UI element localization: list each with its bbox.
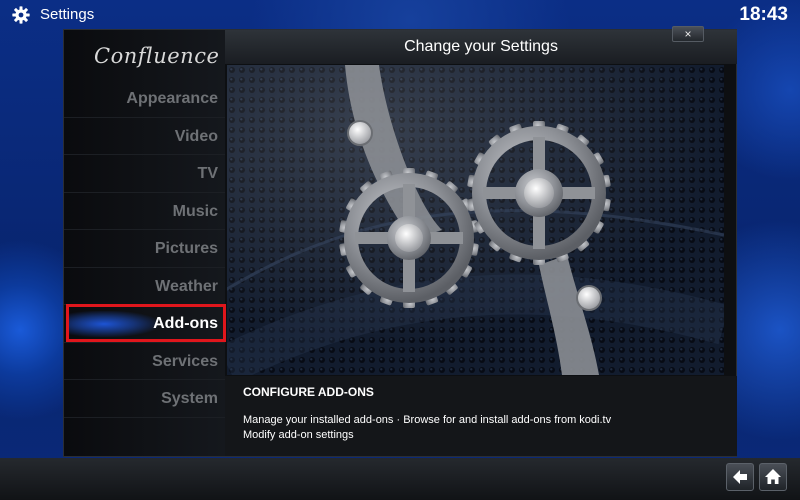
sidebar-item-label: Music (172, 202, 218, 220)
sidebar-item-label: Weather (155, 277, 218, 295)
sidebar-item-appearance[interactable]: Appearance (64, 80, 225, 118)
back-button[interactable] (726, 463, 754, 491)
sidebar-item-system[interactable]: System (64, 380, 225, 418)
sidebar-item-services[interactable]: Services (64, 343, 225, 380)
panel-header: Change your Settings (225, 30, 737, 64)
sidebar-item-label: Appearance (126, 90, 218, 107)
sidebar: Confluence Appearance Video TV Music Pic… (64, 30, 225, 456)
sidebar-item-video[interactable]: Video (64, 118, 225, 155)
settings-menu: Appearance Video TV Music Pictures Weath… (64, 80, 225, 418)
sidebar-item-label: Video (174, 127, 218, 145)
sidebar-item-weather[interactable]: Weather (64, 268, 225, 305)
home-button[interactable] (759, 463, 787, 491)
sidebar-item-music[interactable]: Music (64, 193, 225, 230)
close-button[interactable]: × (672, 26, 704, 42)
info-description-line2: Modify add-on settings (243, 429, 354, 441)
gear-icon (12, 6, 30, 24)
back-arrow-icon (733, 470, 747, 484)
sidebar-item-tv[interactable]: TV (64, 155, 225, 193)
sidebar-item-label: TV (197, 165, 218, 182)
bottom-bar (0, 458, 800, 500)
window-title: Settings (40, 6, 95, 23)
clock: 18:43 (739, 4, 788, 25)
gears-image (227, 65, 724, 375)
info-title: CONFIGURE ADD-ONS (243, 385, 374, 399)
gears-artwork (227, 65, 724, 375)
sidebar-item-label: Services (152, 352, 218, 370)
settings-panel: Confluence Appearance Video TV Music Pic… (63, 26, 737, 457)
sidebar-item-label: System (161, 390, 218, 407)
confluence-logo: Confluence (94, 44, 220, 68)
sidebar-item-label: Pictures (154, 240, 218, 257)
sidebar-item-pictures[interactable]: Pictures (64, 230, 225, 268)
info-description-line1: Manage your installed add-ons · Browse f… (243, 414, 612, 426)
info-panel: CONFIGURE ADD-ONS Manage your installed … (225, 376, 737, 456)
page-title: Change your Settings (404, 38, 558, 55)
selection-highlight (66, 304, 226, 342)
home-icon (765, 469, 781, 484)
